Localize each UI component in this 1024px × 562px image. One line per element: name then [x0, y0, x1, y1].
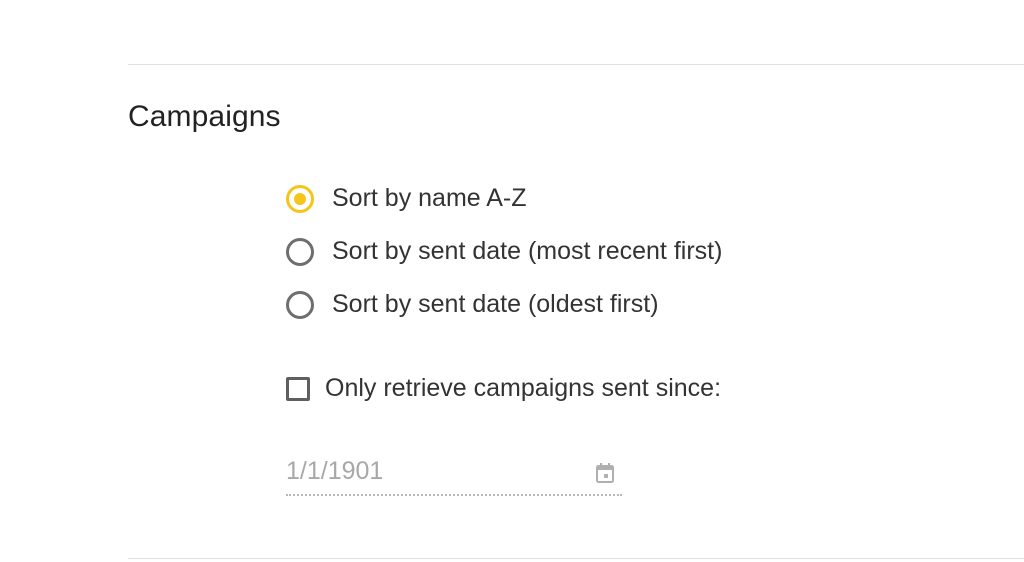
sort-radio-group: Sort by name A-Z Sort by sent date (most… [286, 172, 722, 331]
sent-since-checkbox-label: Only retrieve campaigns sent since: [325, 374, 722, 402]
bottom-divider [128, 558, 1024, 559]
radio-label: Sort by sent date (most recent first) [332, 237, 723, 265]
campaigns-settings-page: Campaigns Sort by name A-Z Sort by sent … [0, 0, 1024, 562]
radio-button[interactable] [286, 290, 314, 319]
sent-since-date-input[interactable] [286, 452, 576, 490]
radio-sort-name-az[interactable]: Sort by name A-Z [286, 172, 722, 225]
radio-button[interactable] [286, 237, 314, 266]
section-title: Campaigns [128, 100, 281, 133]
sent-since-checkbox-row[interactable]: Only retrieve campaigns sent since: [286, 374, 721, 403]
radio-button-selected[interactable] [286, 184, 314, 213]
radio-sort-date-oldest[interactable]: Sort by sent date (oldest first) [286, 278, 722, 331]
calendar-icon[interactable] [595, 462, 615, 484]
radio-dot [294, 192, 306, 205]
radio-label: Sort by name A-Z [332, 184, 527, 212]
sent-since-date-field [286, 452, 622, 496]
radio-sort-date-recent[interactable]: Sort by sent date (most recent first) [286, 225, 722, 278]
radio-label: Sort by sent date (oldest first) [332, 290, 659, 318]
sent-since-checkbox[interactable] [286, 376, 310, 401]
top-divider [128, 64, 1024, 65]
